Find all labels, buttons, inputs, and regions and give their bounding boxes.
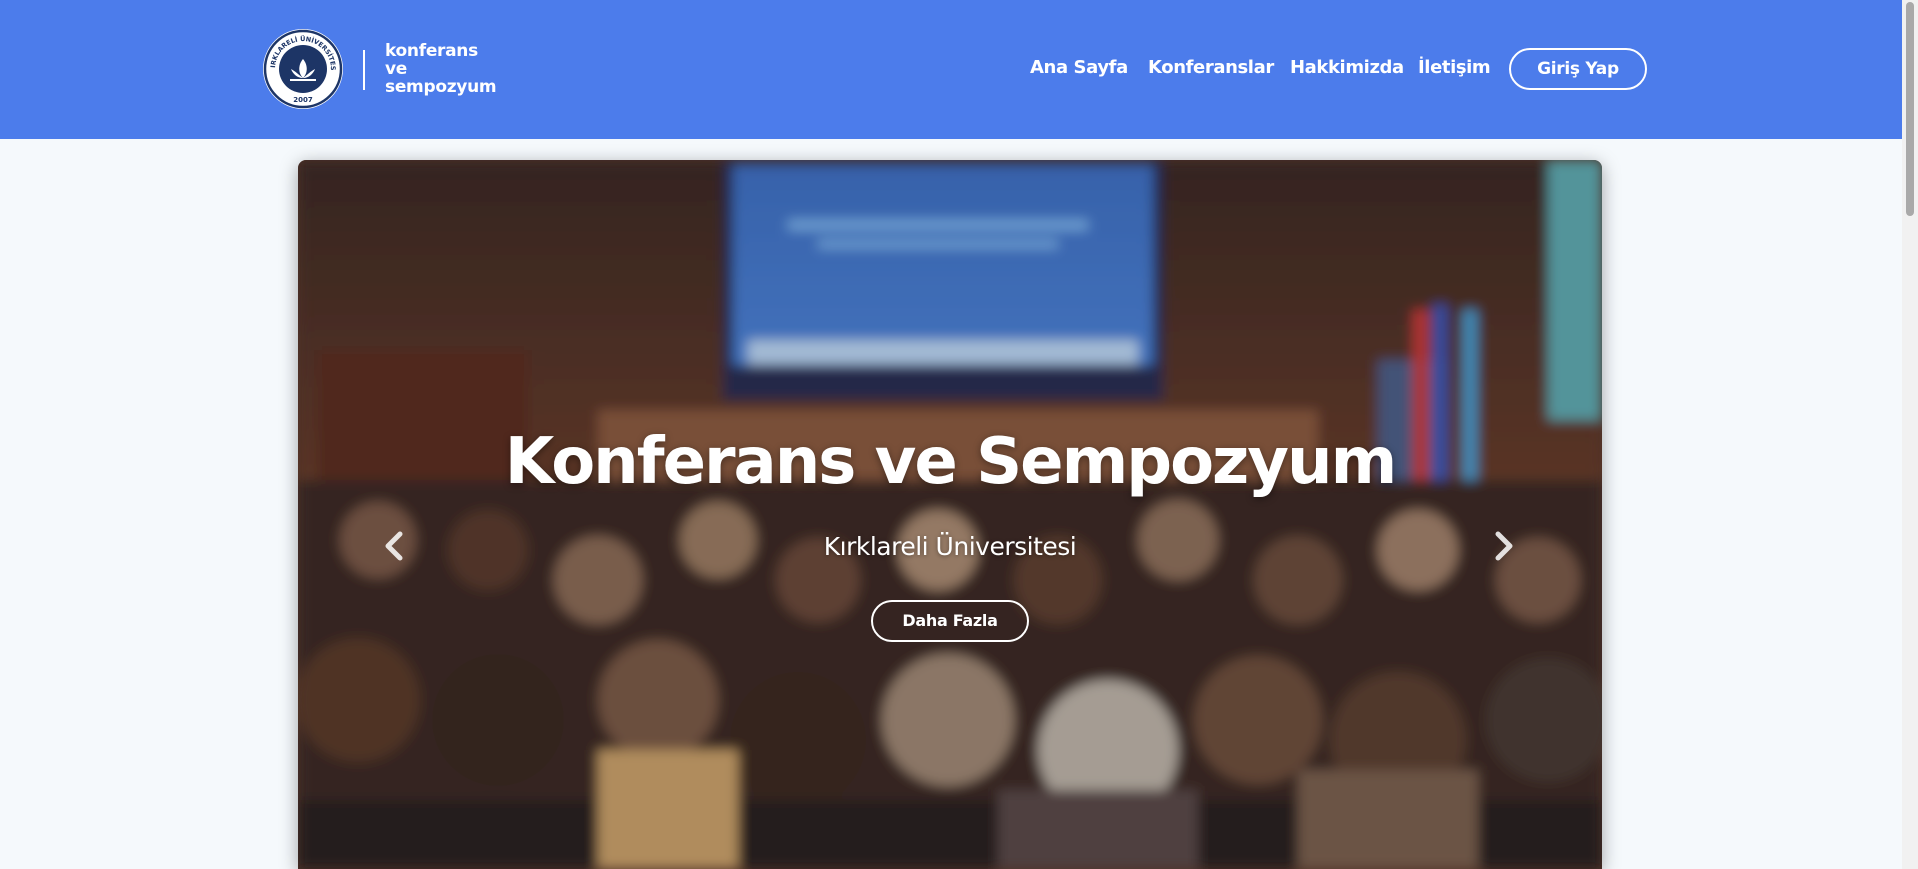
hero-subtitle: Kırklareli Üniversitesi [823,532,1077,561]
carousel-next-button[interactable] [1484,522,1524,570]
scrollbar-thumb[interactable] [1906,2,1914,216]
hero-title: Konferans ve Sempozyum [504,425,1398,499]
nav-link-conferences[interactable]: Konferanslar [1148,57,1274,83]
wordmark-line-3: sempozyum [385,77,497,97]
site-header: KIRKLARELİ ÜNİVERSİTESİ 2007 konferans v… [0,0,1902,139]
login-button[interactable]: Giriş Yap [1509,48,1647,90]
more-button[interactable]: Daha Fazla [871,600,1029,642]
nav-link-home[interactable]: Ana Sayfa [1030,57,1128,83]
university-seal-logo[interactable]: KIRKLARELİ ÜNİVERSİTESİ 2007 [263,29,343,109]
nav-link-about[interactable]: Hakkimizda [1290,57,1404,83]
wordmark-line-1: konferans [385,41,478,61]
chevron-right-icon [1495,531,1513,561]
hero-carousel: Konferans ve Sempozyum Kırklareli Üniver… [298,160,1602,869]
seal-year: 2007 [293,96,313,104]
hero-overlay [298,160,1602,869]
page-scrollbar[interactable] [1902,0,1918,869]
wordmark-line-2: ve [385,59,408,79]
site-wordmark[interactable]: konferans ve sempozyum [385,41,497,97]
logo-divider [363,50,365,90]
carousel-prev-button[interactable] [374,522,414,570]
chevron-left-icon [385,531,403,561]
nav-link-contact[interactable]: İletişim [1418,57,1491,83]
